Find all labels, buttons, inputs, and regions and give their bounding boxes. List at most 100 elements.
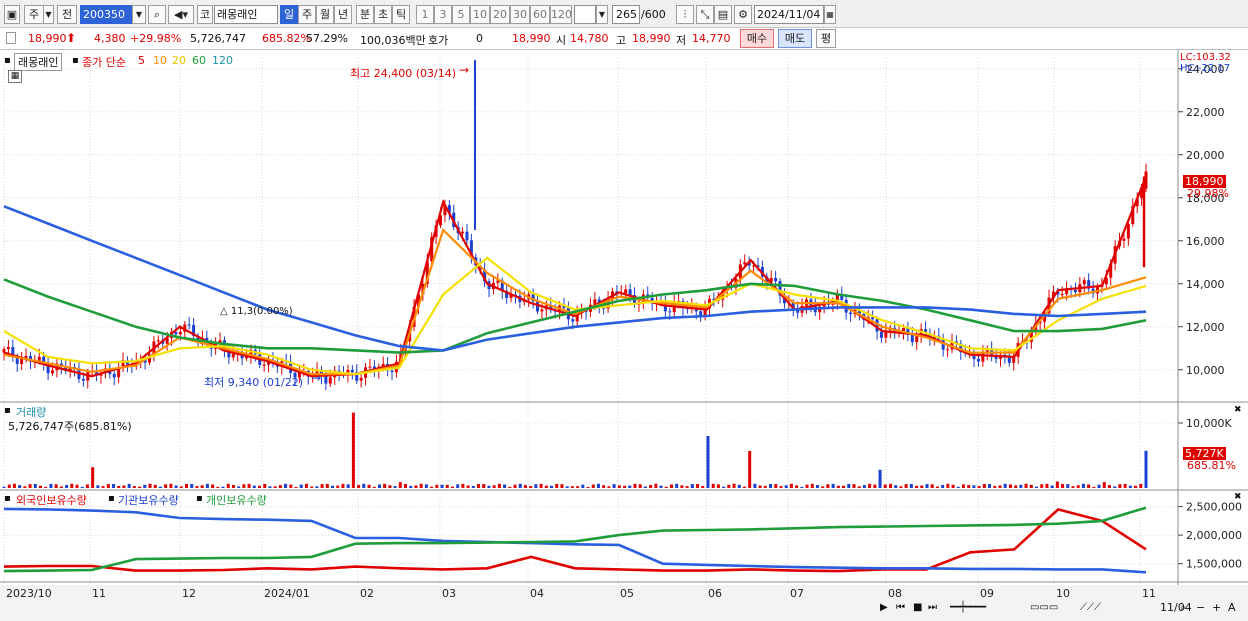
sell-button[interactable]: 매도	[778, 29, 812, 48]
ma-120[interactable]: 120	[212, 54, 233, 67]
candle-body	[81, 378, 85, 381]
volume-bar	[638, 484, 642, 488]
volume-bar	[862, 485, 866, 488]
market-label[interactable]: 코	[197, 5, 213, 24]
candle-body	[1073, 290, 1077, 293]
interval-custom-input[interactable]	[574, 5, 596, 24]
panel-icon[interactable]: ▪	[4, 405, 11, 416]
volume-bar	[179, 486, 183, 488]
interval-5[interactable]: 5	[452, 5, 470, 24]
volume-bar	[435, 484, 439, 488]
legend-individual[interactable]: 개인보유수량	[206, 492, 267, 508]
panel-icon[interactable]: ▪	[196, 493, 203, 504]
period-select[interactable]: 주	[24, 5, 44, 24]
volume-bar	[847, 483, 851, 488]
ma-20[interactable]: 20	[172, 54, 186, 67]
zoom-slider[interactable]: ━━┿━━━━	[950, 602, 986, 613]
stock-name-field[interactable]: 래몽래인	[214, 5, 278, 24]
flat-button[interactable]: 평	[816, 29, 836, 48]
legend-institution[interactable]: 기관보유수량	[118, 492, 179, 508]
tab-minute[interactable]: 분	[356, 5, 374, 24]
forward-icon[interactable]: ⏭	[928, 602, 937, 613]
speaker-icon[interactable]: ◀▾	[168, 5, 194, 24]
tab-second[interactable]: 초	[374, 5, 392, 24]
code-dropdown-icon[interactable]: ▼	[132, 5, 146, 24]
volume-bar	[341, 483, 345, 488]
gear-icon[interactable]: ⚙	[734, 5, 752, 24]
table-icon[interactable]: ▦	[8, 70, 22, 83]
volume-bar	[320, 484, 324, 488]
stop-icon[interactable]: ■	[913, 602, 922, 613]
rewind-icon[interactable]: ⏮	[896, 602, 905, 613]
tab-month[interactable]: 월	[316, 5, 334, 24]
interval-1[interactable]: 1	[416, 5, 434, 24]
close-icon[interactable]: ✖	[1234, 405, 1242, 415]
candle-body	[1122, 238, 1126, 241]
calendar-icon[interactable]: ▦	[824, 5, 836, 24]
prev-button[interactable]: 전	[57, 5, 77, 24]
close-icon[interactable]: ✖	[1234, 492, 1242, 502]
tab-week[interactable]: 주	[298, 5, 316, 24]
interval-30[interactable]: 30	[510, 5, 530, 24]
zoom-out-icon[interactable]: −	[1196, 601, 1205, 614]
scroll-right-icon[interactable]: ▶	[880, 602, 888, 613]
volume-bar	[1144, 450, 1148, 488]
hoga-label: 호가	[428, 34, 449, 47]
interval-dropdown-icon[interactable]: ▼	[596, 5, 608, 24]
zoom-in-icon[interactable]: +	[1212, 601, 1221, 614]
yaxis-tick-label: 10,000K	[1186, 417, 1232, 430]
candle-body	[976, 359, 980, 362]
volume-bar	[972, 485, 976, 488]
volume-bar	[789, 483, 793, 488]
checkbox[interactable]	[6, 32, 16, 44]
count-input[interactable]: 265	[612, 5, 640, 24]
volume-bar	[946, 483, 950, 488]
interval-20[interactable]: 20	[490, 5, 510, 24]
volume-bar	[539, 483, 543, 488]
high-annotation: 최고 24,400 (03/14)	[350, 67, 457, 80]
tab-day[interactable]: 일	[280, 5, 298, 24]
ma-label[interactable]: 종가 단순	[82, 54, 126, 70]
stock-code-input[interactable]: 200350	[80, 5, 132, 24]
ma-5[interactable]: 5	[138, 54, 145, 67]
stock-name-label[interactable]: 래몽래인	[14, 53, 63, 71]
date-input[interactable]: 2024/11/04	[754, 5, 824, 24]
save-icon[interactable]: ▤	[714, 5, 732, 24]
xaxis-tick-label: 11	[1142, 587, 1156, 600]
draw-tools-icon[interactable]: ⟋⟋⟋	[1080, 602, 1101, 613]
open-price: 14,780	[570, 32, 609, 45]
interval-120[interactable]: 120	[550, 5, 572, 24]
volume-bar	[899, 486, 903, 488]
volume-bar	[325, 483, 329, 488]
buy-button[interactable]: 매수	[740, 29, 774, 48]
volume-bar	[70, 483, 74, 488]
panel-icon[interactable]: ▪	[4, 493, 11, 504]
view-icon[interactable]: ▭▭▭	[1030, 602, 1058, 613]
ma-10[interactable]: 10	[153, 54, 167, 67]
search-icon[interactable]: ⌕	[148, 5, 166, 24]
candle-type-icon[interactable]: ⫶	[676, 5, 694, 24]
zoom-search-icon[interactable]: ⌕	[1180, 601, 1186, 615]
volume-bar	[998, 485, 1002, 488]
interval-60[interactable]: 60	[530, 5, 550, 24]
candle-body	[174, 332, 178, 335]
chevron-down-icon[interactable]: ▼	[44, 5, 54, 24]
window-icon[interactable]: ▣	[4, 5, 20, 24]
volume-bar	[205, 483, 209, 488]
panel-icon[interactable]: ▪	[4, 55, 11, 66]
interval-3[interactable]: 3	[434, 5, 452, 24]
interval-10[interactable]: 10	[470, 5, 490, 24]
yaxis-tick-label: 1,500,000	[1186, 558, 1242, 571]
chart-canvas[interactable]: 2023/10 11 12 2024/01 02 03 04 05 06 07 08 09 10 11 10…	[0, 50, 1248, 621]
tab-year[interactable]: 년	[334, 5, 352, 24]
volume-bar	[263, 483, 267, 488]
panel-icon[interactable]: ▪	[108, 493, 115, 504]
volume-bar	[1061, 483, 1065, 488]
low-price: 14,770	[692, 32, 731, 45]
line-tool-icon[interactable]: ⤡	[696, 5, 714, 24]
ma-60[interactable]: 60	[192, 54, 206, 67]
tab-tick[interactable]: 틱	[392, 5, 410, 24]
font-size-icon[interactable]: A	[1228, 601, 1236, 614]
volume-bar	[706, 436, 710, 488]
legend-foreign[interactable]: 외국인보유수량	[16, 492, 87, 508]
